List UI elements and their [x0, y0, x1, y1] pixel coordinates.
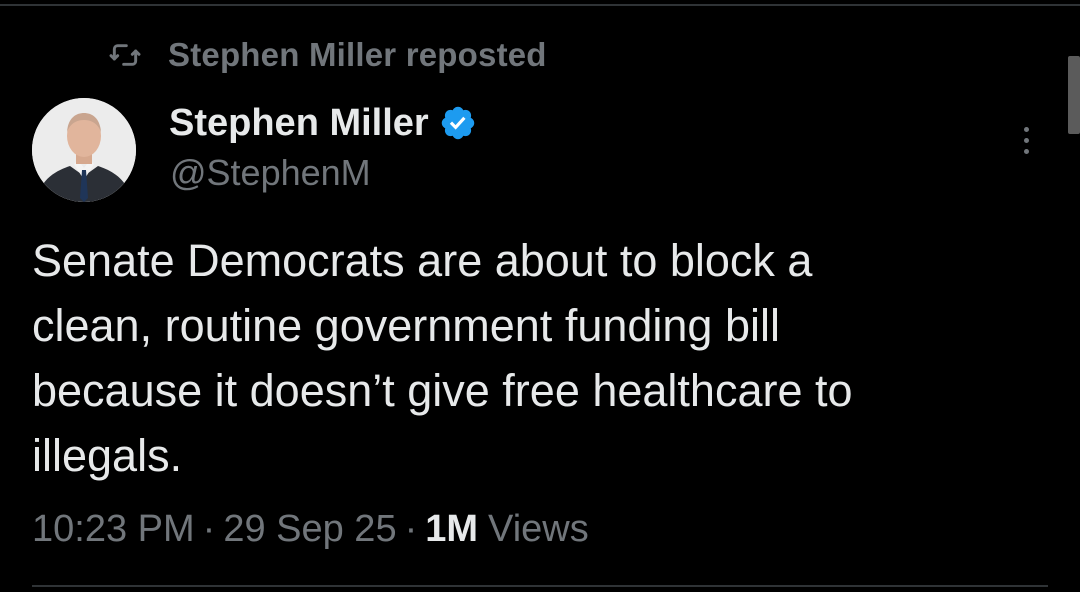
repost-indicator[interactable]: Stephen Miller reposted — [108, 33, 547, 77]
verified-badge-icon — [439, 104, 477, 142]
bottom-divider — [32, 585, 1048, 587]
repost-icon — [108, 38, 142, 72]
tweet-time[interactable]: 10:23 PM — [32, 508, 195, 551]
views-count: 1M — [425, 507, 479, 550]
top-divider — [0, 4, 1080, 6]
meta-separator: · — [404, 507, 418, 550]
scrollbar-thumb[interactable] — [1068, 56, 1080, 134]
tweet-text: Senate Democrats are about to block a cl… — [32, 235, 853, 481]
meta-separator: · — [202, 507, 216, 550]
tweet-date[interactable]: 29 Sep 25 — [223, 508, 396, 551]
repost-label[interactable]: Stephen Miller reposted — [168, 36, 547, 74]
more-dot — [1023, 148, 1029, 154]
more-dot — [1023, 137, 1029, 143]
more-dot — [1023, 126, 1029, 132]
author-handle[interactable]: @StephenM — [170, 152, 371, 194]
more-options-icon[interactable] — [1006, 116, 1046, 164]
author-name-row[interactable]: Stephen Miller — [169, 100, 477, 146]
tweet-meta: 10:23 PM · 29 Sep 25 · 1M Views — [32, 502, 589, 556]
author-display-name[interactable]: Stephen Miller — [169, 102, 429, 145]
avatar[interactable] — [32, 98, 136, 202]
views-label: Views — [488, 507, 589, 550]
